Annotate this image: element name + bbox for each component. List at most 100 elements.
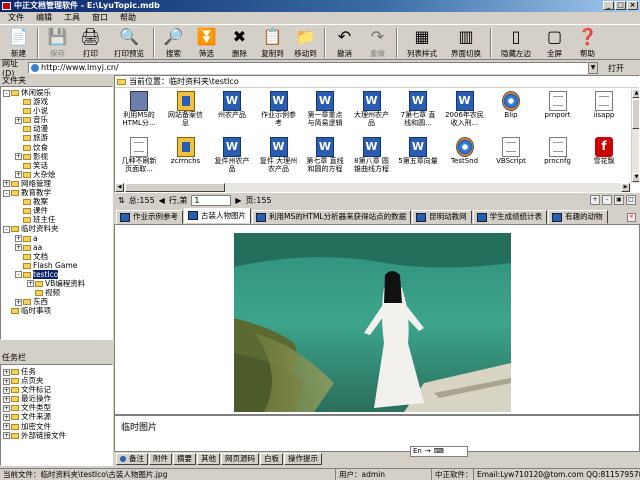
expand-icon[interactable]: +	[3, 368, 10, 376]
expand-icon[interactable]: +	[15, 244, 22, 252]
bottom-tab[interactable]: 其他	[197, 453, 220, 465]
scroll-up-button[interactable]: ▲	[632, 89, 639, 98]
task-tree-item[interactable]: + 点页夹	[3, 376, 112, 385]
folder-tree-item[interactable]: 课件	[3, 206, 112, 215]
file-item[interactable]: W 复件州农产品	[212, 137, 252, 183]
fullscreen-button[interactable]: ▢ 全屏	[538, 26, 571, 60]
folder-tree-item[interactable]: + 大杂烩	[3, 170, 112, 179]
new-button[interactable]: 📄 新建	[2, 26, 35, 60]
title-bar[interactable]: 中正文档管理软件 - E:\LyuTopic.mdb _ □ ×	[0, 0, 640, 12]
document-tab[interactable]: 学生成绩统计表	[472, 210, 548, 224]
close-button[interactable]: ×	[627, 1, 638, 10]
expand-icon[interactable]: +	[3, 395, 10, 403]
document-tab[interactable]: 利用MS的HTML分析器来获得站点的数据	[252, 210, 412, 224]
expand-icon[interactable]: +	[15, 171, 22, 179]
print-button[interactable]: 🖨 打印	[74, 26, 107, 60]
copy-to-button[interactable]: 📋 复制到	[256, 26, 289, 60]
redo-button[interactable]: ↷ 重做	[361, 26, 394, 60]
layout-switch-button[interactable]: ▥ 界面切换	[444, 26, 488, 60]
document-tab[interactable]: 古装人物图片	[184, 208, 251, 224]
file-item[interactable]: VBScript	[491, 137, 531, 183]
collapse-icon[interactable]: -	[3, 89, 10, 97]
expand-icon[interactable]: +	[15, 298, 22, 306]
sort-icon[interactable]: ⇅	[118, 196, 125, 205]
zoom-out-icon[interactable]: -	[602, 195, 612, 205]
menu-help[interactable]: 帮助	[114, 12, 142, 24]
task-tree-item[interactable]: + 外部链接文件	[3, 431, 112, 440]
fit-icon[interactable]: □	[626, 195, 636, 205]
collapse-icon[interactable]: -	[3, 189, 10, 197]
bottom-tab[interactable]: 白板	[260, 453, 283, 465]
scroll-thumb[interactable]	[125, 183, 225, 192]
delete-button[interactable]: ✖ 删除	[223, 26, 256, 60]
expand-icon[interactable]: +	[3, 432, 10, 440]
folder-tree-item[interactable]: - testIco	[3, 269, 112, 279]
close-tab-button[interactable]: ✕	[627, 213, 636, 222]
expand-icon[interactable]: +	[15, 116, 22, 124]
task-tree-item[interactable]: + 加密文件	[3, 422, 112, 431]
file-item[interactable]: W 5第五章向量	[398, 137, 438, 183]
collapse-icon[interactable]: -	[15, 271, 22, 279]
filter-button[interactable]: ⏬ 筛选	[190, 26, 223, 60]
file-item[interactable]: 几种不刷新页面取...	[119, 137, 159, 183]
collapse-icon[interactable]: -	[3, 225, 10, 233]
folder-tree-item[interactable]: - 临时资料夹	[3, 224, 112, 233]
folder-tree-item[interactable]: 饮食	[3, 143, 112, 152]
folder-tree-item[interactable]: 游戏	[3, 97, 112, 106]
menu-file[interactable]: 文件	[2, 12, 30, 24]
file-item[interactable]: W 复件 大理州农产品	[259, 137, 299, 183]
move-to-button[interactable]: 📁 移动到	[289, 26, 322, 60]
expand-icon[interactable]: +	[15, 153, 22, 161]
document-tab[interactable]: 昆明动教网	[412, 210, 472, 224]
folder-tree-item[interactable]: - 教育教学	[3, 188, 112, 197]
folder-tree-item[interactable]: 旅游	[3, 133, 112, 142]
folder-tree-item[interactable]: + aa	[3, 243, 112, 252]
folder-tree-item[interactable]: 文档	[3, 252, 112, 261]
folder-tree-item[interactable]: Flash Game	[3, 261, 112, 270]
folder-tree-item[interactable]: + VB编程资料	[3, 279, 112, 288]
folder-tree-item[interactable]: 视频	[3, 288, 112, 297]
address-input[interactable]: http://www.lmyj.cn/	[28, 62, 588, 74]
undo-button[interactable]: ↶ 撤消	[328, 26, 361, 60]
file-grid-horizontal-scrollbar[interactable]: ◀ ▶	[115, 183, 631, 192]
bottom-tab[interactable]: 备注	[116, 453, 148, 465]
scroll-down-button[interactable]: ▼	[632, 173, 639, 182]
open-url-button[interactable]: 打开	[608, 63, 624, 74]
file-grid-vertical-scrollbar[interactable]: ▲ ▼	[631, 89, 639, 183]
expand-icon[interactable]: +	[27, 280, 34, 288]
scroll-thumb[interactable]	[632, 99, 639, 129]
maximize-button[interactable]: □	[615, 1, 626, 10]
file-item[interactable]: Blip	[491, 91, 531, 137]
folder-tree-item[interactable]: + 网络管理	[3, 179, 112, 188]
file-item[interactable]: W 第一章重点与简易逻辑	[305, 91, 345, 137]
menu-edit[interactable]: 编辑	[30, 12, 58, 24]
file-item[interactable]: W 2006年农民收入刑...	[445, 91, 485, 137]
address-dropdown-button[interactable]: ▼	[588, 62, 598, 74]
bottom-tab[interactable]: 摘要	[173, 453, 196, 465]
bottom-tab[interactable]: 操作提示	[284, 453, 322, 465]
document-tab[interactable]: 作业示例参考	[116, 210, 183, 224]
file-item[interactable]: W 州农产品	[212, 91, 252, 137]
file-item[interactable]: prncnfg	[538, 137, 578, 183]
expand-icon[interactable]: +	[15, 235, 22, 242]
task-tree-item[interactable]: + 任务	[3, 367, 112, 376]
folder-tree-item[interactable]: 临时事项	[3, 306, 112, 315]
document-tab[interactable]: 有趣的动物	[548, 210, 608, 224]
ime-indicator[interactable]: En → ⌨	[410, 446, 468, 457]
search-button[interactable]: 🔎 搜索	[157, 26, 190, 60]
task-tree-item[interactable]: + 文件标记	[3, 385, 112, 394]
task-tree-item[interactable]: + 文件类型	[3, 403, 112, 412]
print-preview-button[interactable]: 🔍 打印预览	[107, 26, 151, 60]
file-item[interactable]: W 8第八章 圆锥曲线方程	[352, 137, 392, 183]
expand-icon[interactable]: +	[3, 377, 10, 385]
file-item[interactable]: 利用MS的HTML分...	[119, 91, 159, 137]
minimize-button[interactable]: _	[603, 1, 614, 10]
folder-tree-item[interactable]: - 休闲娱乐	[3, 88, 112, 97]
expand-icon[interactable]: +	[3, 386, 10, 394]
task-tree-item[interactable]: + 文件来源	[3, 412, 112, 421]
file-item[interactable]: W 作业示例参考	[259, 91, 299, 137]
memo-area[interactable]: 临时图片	[114, 415, 640, 452]
menu-tools[interactable]: 工具	[58, 12, 86, 24]
page-prev-button[interactable]: ◀	[159, 196, 165, 205]
folder-tree-item[interactable]: 教案	[3, 197, 112, 206]
